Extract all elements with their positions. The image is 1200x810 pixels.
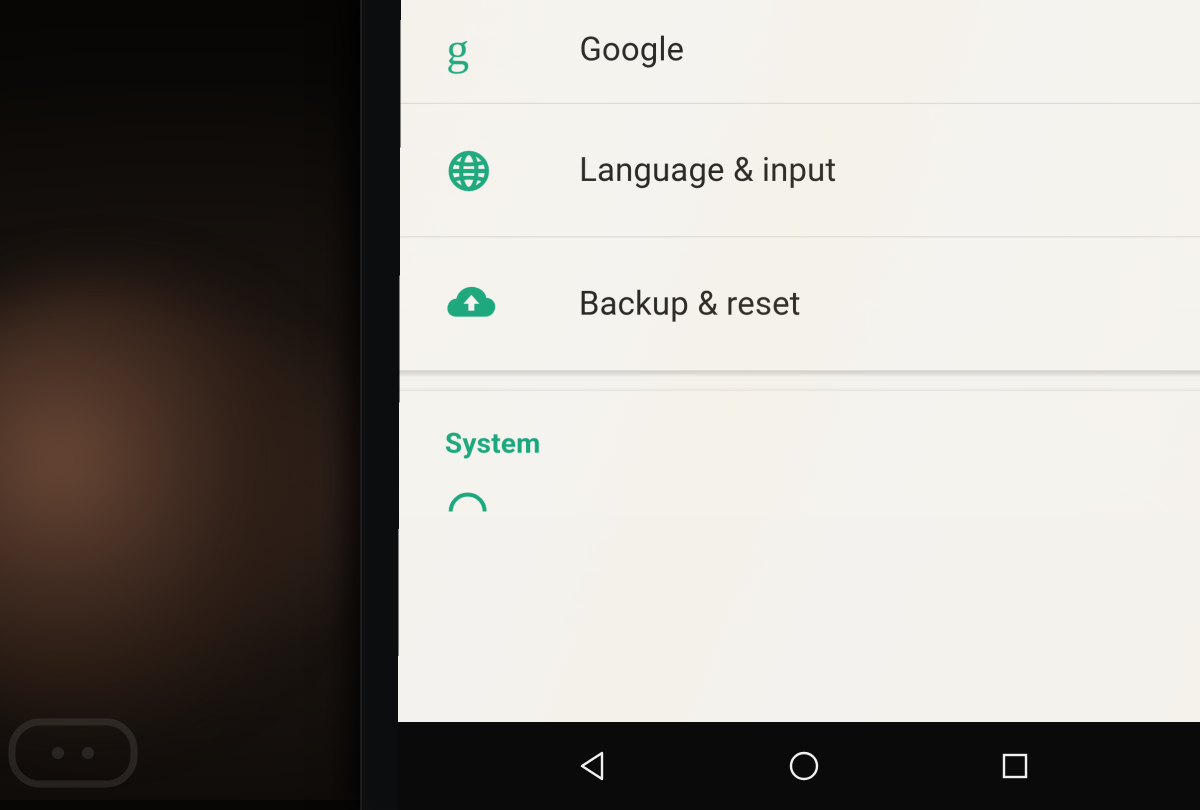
globe-icon <box>446 148 506 194</box>
settings-item-language-input[interactable]: Language & input <box>400 104 1200 238</box>
hand-background <box>0 280 330 730</box>
partial-icon <box>445 490 505 512</box>
section-divider <box>399 371 1200 391</box>
settings-item-label: Google <box>579 30 684 68</box>
nav-recent-button[interactable] <box>990 741 1040 791</box>
watermark-logo <box>8 718 138 792</box>
cloud-upload-icon <box>445 284 505 324</box>
section-header-system: System <box>399 391 1200 485</box>
phone-screen: g Google Language & input <box>398 0 1200 722</box>
settings-item-google[interactable]: g Google <box>400 0 1200 104</box>
nav-back-button[interactable] <box>568 741 618 791</box>
settings-item-partial[interactable] <box>399 486 1200 516</box>
settings-item-backup-reset[interactable]: Backup & reset <box>399 237 1200 371</box>
nav-home-button[interactable] <box>779 741 829 791</box>
settings-item-label: Backup & reset <box>579 285 801 324</box>
settings-list: g Google Language & input <box>399 0 1200 515</box>
google-icon: g <box>446 27 506 72</box>
navigation-bar <box>398 722 1200 810</box>
phone-device: g Google Language & input <box>360 0 1200 810</box>
settings-item-label: Language & input <box>579 151 836 190</box>
